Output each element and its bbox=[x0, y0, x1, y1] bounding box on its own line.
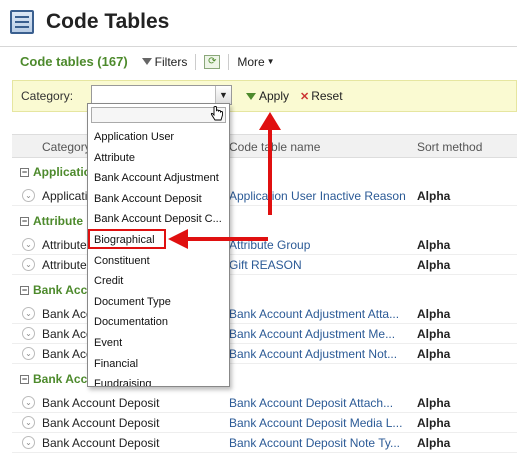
annotation-arrowhead-left bbox=[168, 229, 188, 249]
annotation-arrowhead-up bbox=[259, 112, 281, 130]
annotation-arrows bbox=[168, 112, 281, 249]
